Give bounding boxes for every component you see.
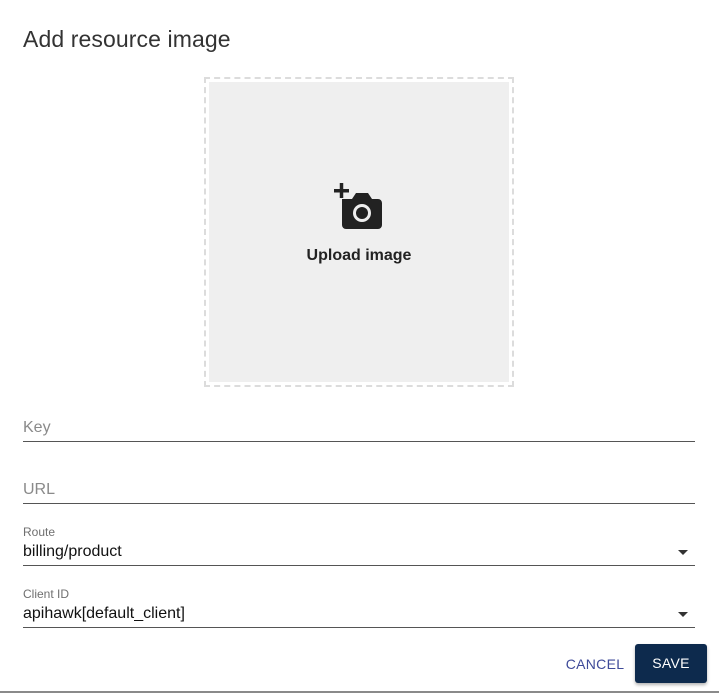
arrow-drop-down-icon[interactable]	[678, 612, 688, 617]
upload-image-dropzone[interactable]: Upload image	[209, 82, 509, 382]
client-id-select[interactable]: Client ID apihawk[default_client]	[23, 584, 695, 628]
upload-image-label: Upload image	[306, 247, 412, 264]
route-select[interactable]: Route billing/product	[23, 522, 695, 566]
url-field[interactable]: URL	[23, 474, 695, 504]
arrow-drop-down-icon[interactable]	[678, 550, 688, 555]
client-id-value: apihawk[default_client]	[23, 605, 185, 622]
cancel-button[interactable]: CANCEL	[560, 645, 630, 683]
save-button[interactable]: SAVE	[635, 644, 707, 683]
route-label: Route	[23, 525, 56, 539]
url-placeholder: URL	[23, 481, 56, 498]
add-a-photo-icon	[334, 183, 382, 229]
key-field[interactable]: Key	[23, 412, 695, 442]
add-resource-image-dialog: Add resource image Upload image Key URL …	[0, 0, 719, 693]
route-value: billing/product	[23, 543, 122, 560]
dialog-title: Add resource image	[23, 26, 231, 52]
key-placeholder: Key	[23, 419, 51, 436]
client-id-label: Client ID	[23, 587, 70, 601]
